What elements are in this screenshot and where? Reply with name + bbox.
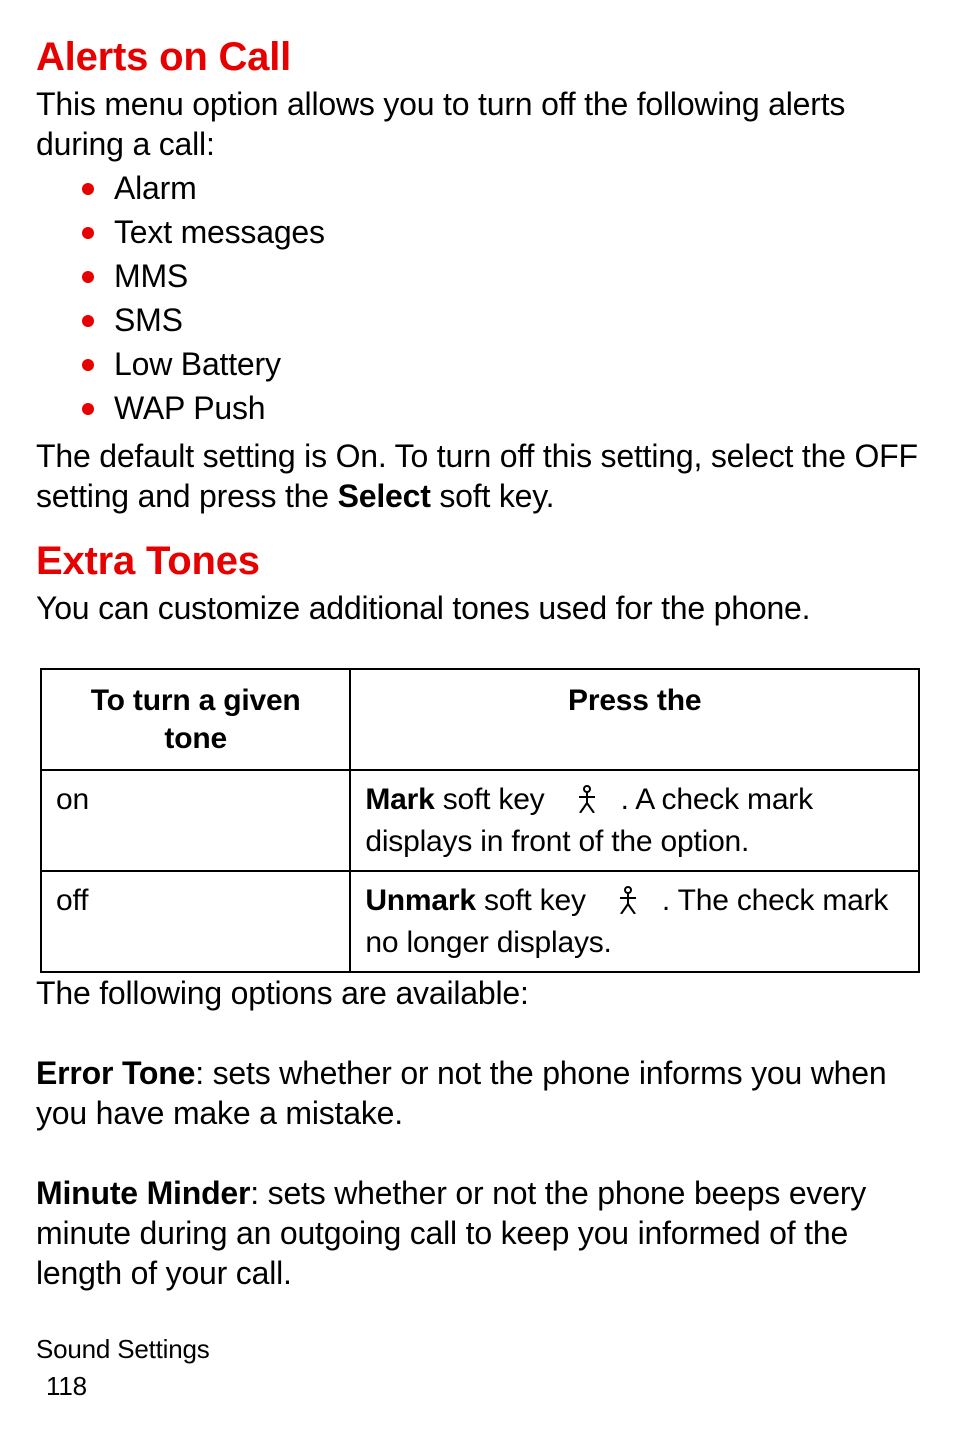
unmark-softkey-label: Unmark (365, 884, 476, 917)
alerts-on-call-heading: Alerts on Call (36, 32, 918, 82)
footer-page-number: 118 (36, 1370, 918, 1403)
extra-tones-intro: You can customize additional tones used … (36, 588, 918, 628)
closing-post: soft key. (431, 478, 555, 514)
footer-section-title: Sound Settings (36, 1333, 918, 1366)
table-cell-left: on (41, 770, 350, 871)
list-item: Alarm (82, 168, 918, 208)
alerts-list: Alarm Text messages MMS SMS Low Battery … (36, 168, 918, 428)
option-minute-minder: Minute Minder: sets whether or not the p… (36, 1173, 918, 1293)
list-item: Low Battery (82, 344, 918, 384)
list-item: WAP Push (82, 388, 918, 428)
option-label: Error Tone (36, 1055, 195, 1091)
table-header-right: Press the (350, 669, 919, 770)
table-cell-right: Mark soft key . A check mark displays in… (350, 770, 919, 871)
option-error-tone: Error Tone: sets whether or not the phon… (36, 1053, 918, 1133)
table-cell-right: Unmark soft key . The check mark no long… (350, 871, 919, 972)
extra-tones-heading: Extra Tones (36, 536, 918, 586)
table-cell-left: off (41, 871, 350, 972)
list-item-label: WAP Push (114, 390, 265, 426)
cell-text: soft key (476, 884, 594, 917)
list-item-label: MMS (114, 258, 188, 294)
table-header-left: To turn a given tone (41, 669, 350, 770)
cell-text: soft key (435, 783, 553, 816)
table-row: on Mark soft key . A check mark displays… (41, 770, 919, 871)
list-item-label: Low Battery (114, 346, 281, 382)
tone-table: To turn a given tone Press the on Mark s… (40, 668, 920, 973)
option-label: Minute Minder (36, 1175, 250, 1211)
table-header-row: To turn a given tone Press the (41, 669, 919, 770)
alerts-on-call-closing: The default setting is On. To turn off t… (36, 436, 918, 516)
list-item-label: Alarm (114, 170, 197, 206)
alerts-on-call-intro: This menu option allows you to turn off … (36, 84, 918, 164)
person-icon (573, 783, 601, 823)
list-item: MMS (82, 256, 918, 296)
person-icon (614, 884, 642, 924)
mark-softkey-label: Mark (365, 783, 434, 816)
list-item-label: SMS (114, 302, 183, 338)
table-row: off Unmark soft key . The check mark no … (41, 871, 919, 972)
alerts-on-call-section: Alerts on Call This menu option allows y… (36, 32, 918, 516)
list-item: SMS (82, 300, 918, 340)
page-footer: Sound Settings 118 (36, 1333, 918, 1402)
list-item-label: Text messages (114, 214, 325, 250)
options-intro: The following options are available: (36, 973, 918, 1013)
extra-tones-section: Extra Tones You can customize additional… (36, 536, 918, 1293)
list-item: Text messages (82, 212, 918, 252)
select-softkey-label: Select (338, 478, 431, 514)
